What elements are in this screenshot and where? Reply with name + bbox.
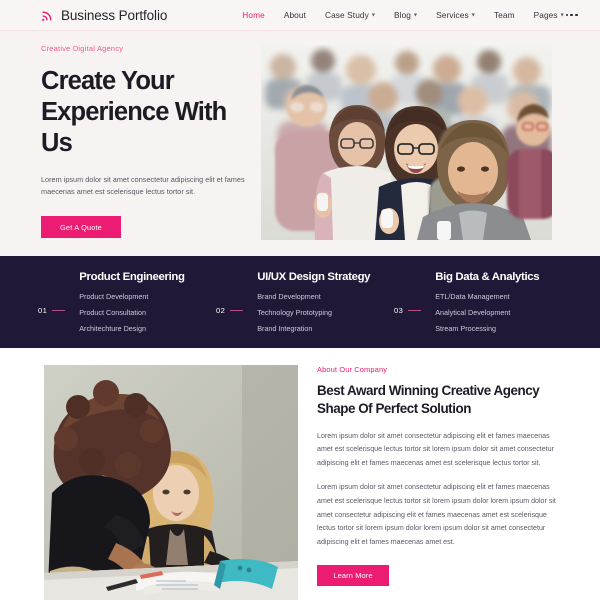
brand-name: Business Portfolio <box>61 7 168 23</box>
service-number-group: 01 <box>38 271 66 348</box>
nav-label: Services <box>436 10 469 20</box>
hero-image <box>261 45 552 240</box>
service-link[interactable]: Analytical Development <box>435 309 539 316</box>
nav-item-services[interactable]: Services ▾ <box>436 10 475 20</box>
hero-eyebrow: Creative Digital Agency <box>41 44 124 53</box>
dot <box>570 13 573 17</box>
dot <box>565 13 569 17</box>
learn-more-button[interactable]: Learn More <box>317 564 389 586</box>
service-title: UI/UX Design Strategy <box>257 271 371 283</box>
service-number: 01 <box>38 305 48 315</box>
service-link[interactable]: Brand Integration <box>257 325 370 332</box>
service-link[interactable]: Technology Prototyping <box>257 309 370 316</box>
service-column-1: 01 Product Engineering Product Developme… <box>38 256 216 348</box>
divider-dash <box>52 309 66 311</box>
nav-item-pages[interactable]: Pages ▾ <box>534 10 564 20</box>
nav-item-about[interactable]: About <box>284 10 306 20</box>
nav-item-home[interactable]: Home <box>242 10 265 20</box>
two-women-meeting-at-desk-photo <box>44 365 298 600</box>
dot <box>574 13 578 17</box>
services-band: 01 Product Engineering Product Developme… <box>0 256 600 348</box>
about-image <box>44 365 298 600</box>
page-title: Create Your Experience With Us <box>41 66 254 159</box>
conference-audience-photo <box>261 45 552 240</box>
service-link[interactable]: Stream Processing <box>435 325 539 332</box>
service-column-2: 02 UI/UX Design Strategy Brand Developme… <box>216 256 394 348</box>
service-link[interactable]: Product Consultation <box>79 309 184 316</box>
nav-label: About <box>283 10 306 20</box>
about-copy: About Our Company Best Award Winning Cre… <box>298 365 559 600</box>
service-title: Big Data & Analytics <box>435 271 540 283</box>
divider-dash <box>230 309 244 311</box>
hero-section: Creative Digital Agency Create Your Expe… <box>0 31 600 256</box>
chevron-down-icon: ▾ <box>471 12 475 19</box>
service-body: Big Data & Analytics ETL/Data Management… <box>430 271 539 348</box>
service-link[interactable]: Brand Development <box>257 293 370 300</box>
about-title: Best Award Winning Creative Agency Shape… <box>317 383 540 416</box>
nav-item-team[interactable]: Team <box>494 10 515 20</box>
chevron-down-icon: ▾ <box>414 12 418 19</box>
hero-title-line1: Create Your <box>41 67 175 95</box>
brand-logo[interactable]: Business Portfolio <box>41 8 167 23</box>
nav-label: Home <box>242 10 265 20</box>
about-eyebrow: About Our Company <box>317 365 388 374</box>
about-section: About Our Company Best Award Winning Cre… <box>0 348 600 600</box>
landing-page: Business Portfolio Home About Case Study… <box>0 0 600 600</box>
chevron-down-icon: ▾ <box>560 12 564 19</box>
service-number-group: 03 <box>394 271 422 348</box>
nav-label: Team <box>493 10 515 20</box>
service-number: 02 <box>216 305 226 315</box>
divider-dash <box>408 309 422 311</box>
service-number: 03 <box>394 305 404 315</box>
three-dots-icon[interactable] <box>564 10 580 21</box>
nav-label: Blog <box>394 10 412 20</box>
service-link[interactable]: ETL/Data Management <box>435 293 539 300</box>
rss-signal-icon <box>41 9 54 22</box>
nav-item-case-study[interactable]: Case Study ▾ <box>325 10 375 20</box>
hero-copy: Creative Digital Agency Create Your Expe… <box>41 31 254 239</box>
service-link[interactable]: Architechture Design <box>79 325 184 332</box>
service-number-group: 02 <box>216 271 244 348</box>
chevron-down-icon: ▾ <box>371 12 376 19</box>
about-paragraph-1: Lorem ipsum dolor sit amet consectetur a… <box>317 431 554 467</box>
service-title: Product Engineering <box>79 271 185 283</box>
nav-label: Case Study <box>325 10 369 20</box>
service-body: UI/UX Design Strategy Brand Development … <box>252 271 370 348</box>
hero-description: Lorem ipsum dolor sit amet consectetur a… <box>41 174 245 197</box>
nav-label: Pages <box>533 10 558 20</box>
hero-title-line2: Experience With Us <box>41 97 227 157</box>
service-column-3: 03 Big Data & Analytics ETL/Data Managem… <box>394 256 572 348</box>
about-paragraph-2: Lorem ipsum dolor sit amet consectetur a… <box>317 483 556 546</box>
service-link[interactable]: Product Development <box>79 293 184 300</box>
site-header: Business Portfolio Home About Case Study… <box>0 0 600 31</box>
main-nav: Home About Case Study ▾ Blog ▾ Services … <box>242 10 564 20</box>
get-a-quote-button[interactable]: Get A Quote <box>41 216 121 239</box>
nav-item-blog[interactable]: Blog ▾ <box>394 10 417 20</box>
service-body: Product Engineering Product Development … <box>74 271 185 348</box>
